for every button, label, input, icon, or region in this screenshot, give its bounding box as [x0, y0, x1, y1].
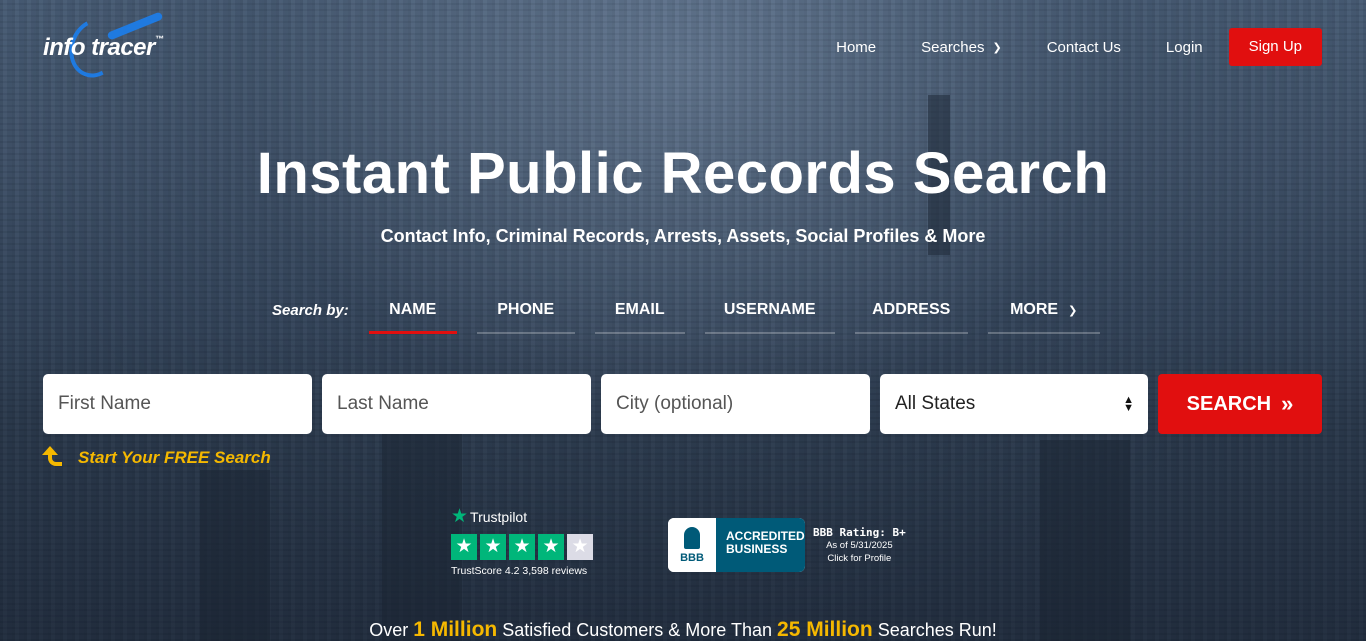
- bbb-accredited-label: ACCREDITED BUSINESS: [718, 518, 805, 572]
- trustpilot-star-icon: ★: [451, 506, 469, 527]
- chevron-down-icon: ❯: [1068, 305, 1078, 317]
- main-nav: Home Searches ❯ Contact Us Login Sign Up: [791, 28, 1322, 66]
- nav-searches-dropdown[interactable]: Searches ❯: [921, 39, 1002, 56]
- bbb-rating: BBB Rating: B+: [813, 525, 906, 539]
- star-filled-icon: ★: [451, 534, 477, 560]
- customers-count: 1 Million: [413, 618, 498, 641]
- tab-name[interactable]: NAME: [368, 298, 457, 334]
- bbb-badge-link[interactable]: BBB ACCREDITED BUSINESS BBB Rating: B+ As…: [668, 518, 906, 572]
- infotracer-logo[interactable]: info tracer™: [40, 11, 220, 85]
- bbb-accredited-badge: BBB ACCREDITED BUSINESS: [668, 518, 805, 572]
- state-select[interactable]: All States ▲ ▼: [880, 374, 1148, 434]
- search-type-tabs: Search by: NAME PHONE EMAIL USERNAME ADD…: [272, 298, 1120, 334]
- bbb-logo: BBB: [668, 518, 718, 572]
- trustpilot-rating-stars: ★ ★ ★ ★ ★: [451, 534, 601, 560]
- background-tower: [382, 410, 462, 641]
- free-search-prompt: Start Your FREE Search: [42, 446, 271, 470]
- double-chevron-right-icon: »: [1281, 391, 1294, 416]
- bbb-profile-link[interactable]: Click for Profile: [813, 552, 906, 565]
- nav-home-link[interactable]: Home: [836, 39, 876, 56]
- bbb-torch-icon: [684, 526, 700, 549]
- last-name-input[interactable]: [322, 374, 591, 434]
- logo-text: info tracer™: [43, 34, 164, 61]
- tab-email[interactable]: EMAIL: [594, 298, 685, 334]
- star-filled-icon: ★: [480, 534, 506, 560]
- nav-login-link[interactable]: Login: [1166, 39, 1203, 56]
- signup-button[interactable]: Sign Up: [1228, 28, 1322, 66]
- trustpilot-score: TrustScore 4.2 3,598 reviews: [451, 565, 588, 577]
- search-by-label: Search by:: [272, 302, 349, 319]
- nav-contact-link[interactable]: Contact Us: [1047, 39, 1121, 56]
- select-arrows-icon: ▲ ▼: [1123, 394, 1134, 414]
- city-input[interactable]: [601, 374, 870, 434]
- first-name-input[interactable]: [43, 374, 312, 434]
- chevron-down-icon: ❯: [992, 41, 1002, 54]
- tab-more[interactable]: MORE ❯: [987, 298, 1100, 334]
- trustpilot-brand: Trustpilot: [470, 508, 528, 525]
- searches-count: 25 Million: [777, 618, 873, 641]
- curved-arrow-up-icon: [42, 446, 68, 470]
- background-tower: [1040, 440, 1130, 641]
- trustpilot-widget[interactable]: ★ Trustpilot ★ ★ ★ ★ ★ TrustScore 4.2 3,…: [451, 505, 601, 577]
- page-title: Instant Public Records Search: [256, 141, 1110, 206]
- background-tower: [200, 470, 270, 641]
- star-empty-icon: ★: [567, 534, 593, 560]
- star-filled-icon: ★: [509, 534, 535, 560]
- tab-phone[interactable]: PHONE: [476, 298, 575, 334]
- search-button[interactable]: SEARCH»: [1158, 374, 1322, 434]
- bbb-as-of: As of 5/31/2025: [826, 539, 893, 551]
- star-filled-icon: ★: [538, 534, 564, 560]
- stats-banner: Over 1 Million Satisfied Customers & Mor…: [369, 618, 997, 641]
- tab-username[interactable]: USERNAME: [704, 298, 835, 334]
- state-select-value: All States: [895, 393, 976, 414]
- page-subtitle: Contact Info, Criminal Records, Arrests,…: [380, 226, 986, 246]
- tab-address[interactable]: ADDRESS: [854, 298, 968, 334]
- bbb-rating-info: BBB Rating: B+ As of 5/31/2025 Click for…: [813, 526, 906, 565]
